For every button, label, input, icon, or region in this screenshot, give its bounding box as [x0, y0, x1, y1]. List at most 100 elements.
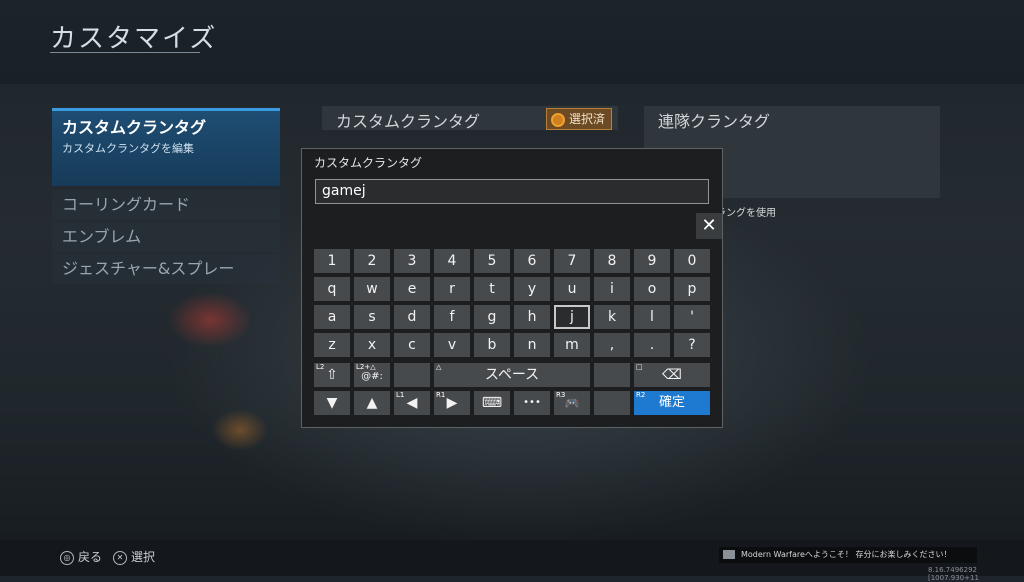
key-symbol[interactable]: ?	[674, 333, 710, 357]
r3-hint: R3	[556, 391, 566, 399]
arrow-right-icon: ▶	[446, 395, 458, 411]
arrow-up-icon: ▲	[366, 395, 378, 411]
key-symbol[interactable]: ,	[594, 333, 630, 357]
blank-key[interactable]	[594, 391, 630, 415]
cursor-left-key[interactable]: L1 ◀	[394, 391, 430, 415]
notification-banner: Modern Warfareへようこそ！ 存分にお楽しみください！	[719, 547, 977, 563]
gamepad-icon: 🎮	[564, 396, 580, 410]
key-4[interactable]: 4	[434, 249, 470, 273]
sidebar-item-custom-clan-tag[interactable]: カスタムクランタグ カスタムクランタグを編集	[52, 108, 280, 186]
shift-key[interactable]: L2 ⇧	[314, 363, 350, 387]
r1-hint: R1	[436, 391, 446, 399]
key-g[interactable]: g	[474, 305, 510, 329]
sidebar-item-label: コーリングカード	[62, 195, 191, 214]
message-icon	[723, 550, 735, 559]
arrow-left-icon: ◀	[406, 395, 418, 411]
key-v[interactable]: v	[434, 333, 470, 357]
key-c[interactable]: c	[394, 333, 430, 357]
l2-hint: L2	[316, 363, 325, 371]
key-j[interactable]: j	[554, 305, 590, 329]
key-k[interactable]: k	[594, 305, 630, 329]
key-6[interactable]: 6	[514, 249, 550, 273]
key-5[interactable]: 5	[474, 249, 510, 273]
keyboard-icon: ⌨	[481, 395, 503, 411]
select-hint[interactable]: ✕ 選択	[113, 548, 155, 565]
backspace-key[interactable]: □ ⌫	[634, 363, 710, 387]
back-hint[interactable]: ◎ 戻る	[60, 548, 102, 565]
key-0[interactable]: 0	[674, 249, 710, 273]
more-options-key[interactable]: •••	[514, 391, 550, 415]
gamepad-key[interactable]: R3 🎮	[554, 391, 590, 415]
onscreen-keyboard-dialog: カスタムクランタグ gamej ✕ 1234567890 qwertyuiop as…	[301, 148, 723, 428]
triangle-icon: △	[436, 363, 442, 371]
l1-hint: L1	[396, 391, 405, 399]
key-e[interactable]: e	[394, 277, 430, 301]
select-label: 選択	[131, 550, 156, 564]
selected-badge: 選択済	[545, 108, 612, 130]
key-symbol[interactable]: .	[634, 333, 670, 357]
space-key[interactable]: △ スペース	[434, 363, 590, 387]
shift-icon: ⇧	[326, 367, 338, 383]
notification-text: Modern Warfareへようこそ！ 存分にお楽しみください！	[741, 550, 952, 559]
key-n[interactable]: n	[514, 333, 550, 357]
page-title: カスタマイズ	[50, 24, 218, 54]
symbols-label: @#:	[361, 371, 383, 382]
key-p[interactable]: p	[674, 277, 710, 301]
sidebar-item-emblem[interactable]: エンブレム	[52, 222, 280, 252]
key-9[interactable]: 9	[634, 249, 670, 273]
selected-dot-icon	[550, 112, 565, 127]
key-q[interactable]: q	[314, 277, 350, 301]
key-u[interactable]: u	[554, 277, 590, 301]
cross-button-icon: ✕	[113, 550, 127, 565]
sidebar-item-gestures-sprays[interactable]: ジェスチャー&スプレー	[52, 254, 280, 284]
key-r[interactable]: r	[434, 277, 470, 301]
square-icon: □	[636, 363, 643, 371]
ellipsis-icon: •••	[523, 397, 541, 408]
key-d[interactable]: d	[394, 305, 430, 329]
key-x[interactable]: x	[354, 333, 390, 357]
key-y[interactable]: y	[514, 277, 550, 301]
cursor-down-key[interactable]: ▼	[314, 391, 350, 415]
sidebar-item-label: ジェスチャー&スプレー	[62, 259, 235, 278]
symbols-key[interactable]: L2+△ @#:	[354, 363, 390, 387]
blank-key[interactable]	[594, 363, 630, 387]
sidebar-item-label: エンブレム	[62, 227, 142, 246]
cursor-up-key[interactable]: ▲	[354, 391, 390, 415]
key-o[interactable]: o	[634, 277, 670, 301]
sidebar-item-label: カスタムクランタグ	[62, 118, 207, 137]
key-1[interactable]: 1	[314, 249, 350, 273]
space-label: スペース	[484, 367, 540, 383]
blank-key[interactable]	[394, 363, 430, 387]
arrow-down-icon: ▼	[326, 395, 338, 411]
key-w[interactable]: w	[354, 277, 390, 301]
version-label: 8.16.7496292 [1007.930+11	[928, 566, 979, 582]
regiment-tag-hint-label: ラングを使用	[716, 208, 776, 219]
clan-tag-input[interactable]: gamej	[315, 179, 709, 204]
title-underline	[50, 52, 200, 53]
custom-tag-panel[interactable]: カスタムクランタグ 選択済	[322, 106, 618, 131]
key-h[interactable]: h	[514, 305, 550, 329]
key-a[interactable]: a	[314, 305, 350, 329]
key-l[interactable]: l	[634, 305, 670, 329]
key-s[interactable]: s	[354, 305, 390, 329]
key-t[interactable]: t	[474, 277, 510, 301]
key-z[interactable]: z	[314, 333, 350, 357]
key-i[interactable]: i	[594, 277, 630, 301]
key-8[interactable]: 8	[594, 249, 630, 273]
keyboard-layout-key[interactable]: ⌨	[474, 391, 510, 415]
key-b[interactable]: b	[474, 333, 510, 357]
confirm-key[interactable]: R2 確定	[634, 391, 710, 415]
panel-title: 連隊クランタグ	[658, 112, 771, 131]
backspace-icon: ⌫	[662, 367, 682, 383]
key-symbol[interactable]: '	[674, 305, 710, 329]
key-2[interactable]: 2	[354, 249, 390, 273]
selected-badge-label: 選択済	[568, 112, 605, 126]
sidebar-item-calling-card[interactable]: コーリングカード	[52, 190, 280, 220]
key-7[interactable]: 7	[554, 249, 590, 273]
back-label: 戻る	[78, 550, 103, 564]
key-3[interactable]: 3	[394, 249, 430, 273]
close-button[interactable]: ✕	[696, 213, 722, 239]
key-f[interactable]: f	[434, 305, 470, 329]
cursor-right-key[interactable]: R1 ▶	[434, 391, 470, 415]
key-m[interactable]: m	[554, 333, 590, 357]
